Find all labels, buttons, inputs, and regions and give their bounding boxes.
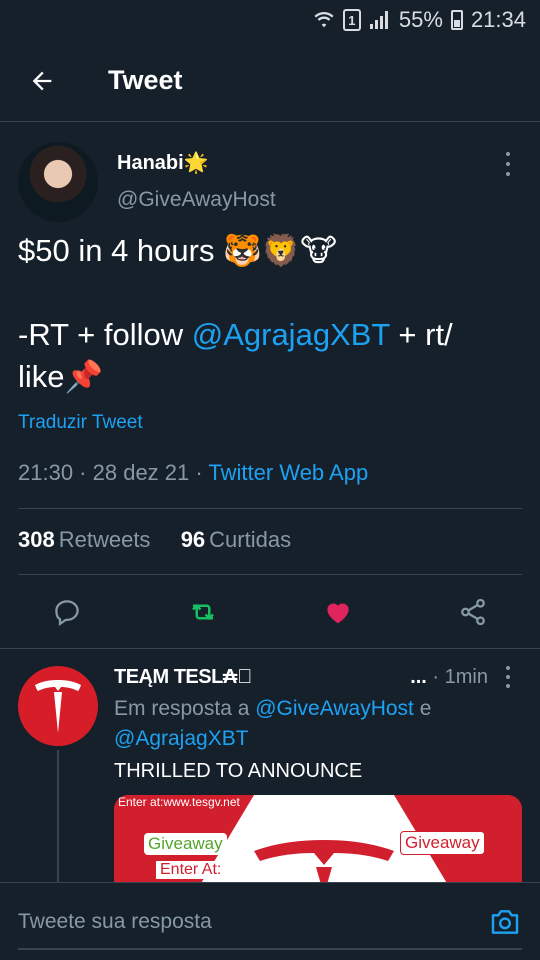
- input-underline: [18, 948, 522, 950]
- reply-button[interactable]: [47, 592, 87, 632]
- app-header: Tweet: [0, 40, 540, 122]
- reply-time: ... · 1min: [410, 666, 488, 688]
- reply-to-line: Em resposta a @GiveAwayHost e @AgrajagXBT: [114, 694, 514, 754]
- reply-tweet[interactable]: TEĄM TESL₳⃠ ... · 1min Em resposta a @Gi…: [0, 650, 540, 885]
- more-options-icon[interactable]: [498, 152, 518, 176]
- translate-tweet-link[interactable]: Traduzir Tweet: [18, 412, 143, 434]
- tweet-time: 21:30: [18, 460, 74, 485]
- share-button[interactable]: [453, 592, 493, 632]
- reply-time-value: 1min: [444, 666, 488, 688]
- reply-conj: e: [413, 697, 432, 720]
- divider: [18, 508, 522, 509]
- retweet-button[interactable]: [183, 592, 223, 632]
- reply-mention-2[interactable]: @AgrajagXBT: [114, 727, 249, 750]
- tweet-text-line2: -RT + follow: [18, 317, 192, 352]
- camera-button[interactable]: [488, 905, 522, 939]
- author-name[interactable]: Hanabi🌟: [117, 150, 209, 175]
- tweet-text-line1: $50 in 4 hours 🐯🦁🐮: [18, 233, 337, 268]
- main-tweet: Hanabi🌟 @GiveAwayHost $50 in 4 hours 🐯🦁🐮…: [0, 122, 540, 649]
- tweet-text-line2-end: + rt/: [389, 317, 453, 352]
- reply-icon: [55, 600, 79, 627]
- wifi-icon: [313, 9, 335, 31]
- tweet-mention-link[interactable]: @AgrajagXBT: [192, 317, 390, 352]
- battery-icon: [450, 10, 463, 30]
- compose-bar: [0, 882, 540, 960]
- retweets-count: 308: [18, 527, 55, 552]
- avatar[interactable]: [18, 142, 98, 222]
- tweet-meta: 21:30 · 28 dez 21 · Twitter Web App: [18, 460, 369, 485]
- likes-label: Curtidas: [209, 527, 292, 552]
- retweets-stat[interactable]: 308 Retweets: [18, 527, 150, 552]
- heart-icon: [327, 603, 349, 624]
- author-handle[interactable]: @GiveAwayHost: [117, 188, 276, 212]
- back-button[interactable]: [0, 40, 84, 122]
- tesla-logo-icon: [35, 680, 81, 733]
- media-giveaway-right: Giveaway: [400, 831, 485, 855]
- media-enter-at: Enter At:: [156, 861, 226, 879]
- signal-icon: [369, 10, 391, 30]
- media-giveaway-left: Giveaway: [144, 833, 227, 855]
- avatar[interactable]: [18, 666, 98, 746]
- share-icon: [461, 598, 485, 626]
- reply-text: THRILLED TO ANNOUNCE: [114, 760, 363, 782]
- clock: 21:34: [470, 7, 526, 32]
- sim-icon: 1: [342, 9, 361, 31]
- reply-media-image[interactable]: Enter at:www.tesgv.net Giveaway Giveaway…: [114, 795, 522, 885]
- reply-prefix: Em resposta a: [114, 697, 256, 720]
- tweet-stats: 308 Retweets 96 Curtidas: [18, 527, 291, 553]
- tweet-date: 28 dez 21: [92, 460, 190, 485]
- reply-author-name[interactable]: TEĄM TESL₳⃠: [114, 666, 252, 689]
- media-url-text: Enter at:www.tesgv.net: [118, 795, 240, 809]
- thread-line: [57, 750, 59, 885]
- divider: [0, 648, 540, 649]
- tweet-source-link[interactable]: Twitter Web App: [208, 460, 368, 485]
- reply-more-options-icon[interactable]: [498, 666, 518, 688]
- tweet-text: $50 in 4 hours 🐯🦁🐮 -RT + follow @Agrajag…: [18, 230, 523, 398]
- tweet-author-row: Hanabi🌟 @GiveAwayHost: [0, 122, 540, 227]
- reply-mention-1[interactable]: @GiveAwayHost: [255, 697, 414, 720]
- tweet-text-line3: like📌: [18, 359, 104, 394]
- tweet-actions: [0, 592, 540, 652]
- retweet-icon: [192, 603, 214, 621]
- battery-percent: 55%: [398, 7, 443, 32]
- page-title: Tweet: [108, 65, 183, 95]
- reply-ellipsis: ...: [410, 666, 427, 688]
- divider: [18, 574, 522, 575]
- likes-stat[interactable]: 96 Curtidas: [181, 527, 291, 552]
- retweets-label: Retweets: [58, 527, 151, 552]
- arrow-left-icon: [32, 71, 52, 90]
- like-button[interactable]: [318, 592, 358, 632]
- likes-count: 96: [180, 527, 206, 552]
- camera-icon: [491, 910, 519, 934]
- status-bar: 1 55% 21:34: [0, 0, 540, 40]
